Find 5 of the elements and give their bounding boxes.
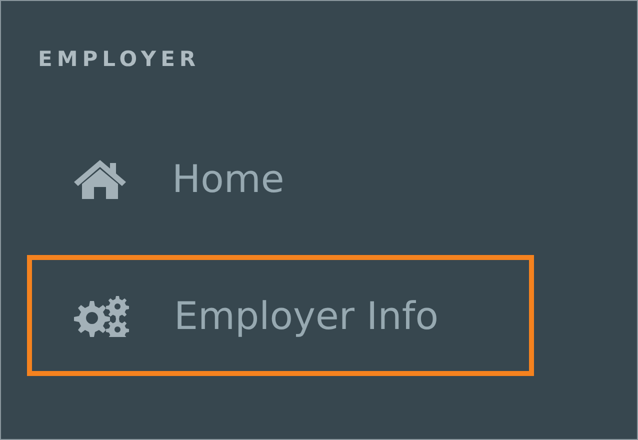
section-title: EMPLOYER [38, 46, 202, 73]
gears-icon [72, 294, 130, 336]
nav-item[interactable]: Employer Info [27, 255, 534, 376]
nav-item[interactable]: Home [27, 118, 534, 239]
home-icon [72, 158, 128, 200]
